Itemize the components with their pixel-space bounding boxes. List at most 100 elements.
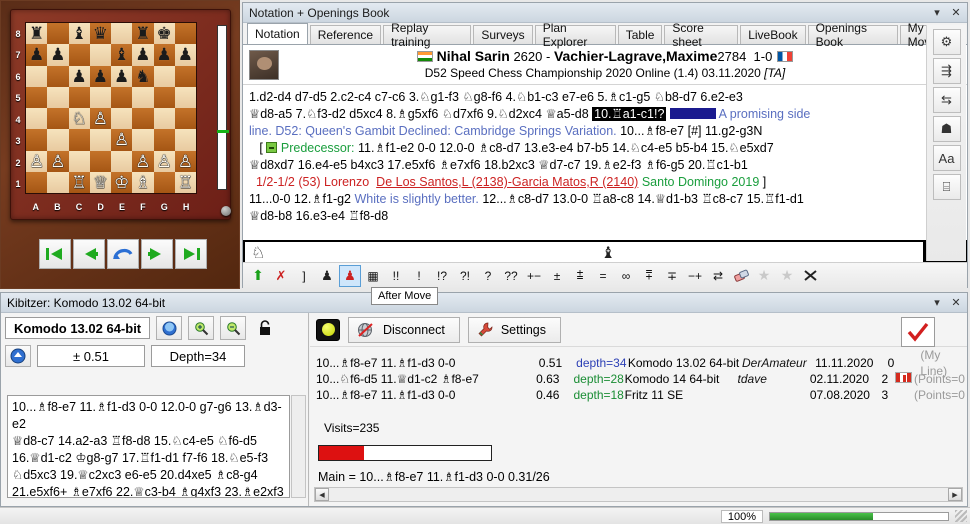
board-square[interactable] bbox=[174, 23, 196, 45]
notation-text-area[interactable]: 1.d2-d4 d7-d5 2.c2-c4 c7-c6 3.♘g1-f3 ♘g8… bbox=[243, 85, 967, 240]
tab-replay-training[interactable]: Replay training bbox=[383, 21, 472, 49]
livebook-move[interactable]: 10...♘f6-d5 11.♕d1-c2 ♗f8-e7 bbox=[316, 371, 521, 387]
board-square[interactable] bbox=[111, 23, 133, 45]
pawn-icon[interactable]: ♟ bbox=[339, 264, 361, 287]
notation-moves[interactable]: 12...♗c8-d7 13.0-0 ♖a8-c8 14.♕d1-b3 ♖c8-… bbox=[479, 192, 803, 206]
symbol-button[interactable]: ⩲ bbox=[569, 265, 591, 287]
notation-line[interactable]: ♕d8-a5 7.♘f3-d2 d5xc4 8.♗g5xf6 ♘d7xf6 9.… bbox=[249, 106, 945, 123]
notation-moves[interactable]: 1.d2-d4 d7-d5 2.c2-c4 c7-c6 3.♘g1-f3 ♘g8… bbox=[249, 90, 743, 104]
notation-comment[interactable]: line. D52: Queen's Gambit Declined: Camb… bbox=[249, 124, 617, 138]
livebook-move[interactable]: 10...♗f8-e7 11.♗f1-d3 0-0 bbox=[316, 355, 523, 371]
board-square[interactable]: ♟ bbox=[132, 44, 154, 66]
chess-piece[interactable]: ♟ bbox=[157, 46, 172, 63]
livebook-horizontal-scrollbar[interactable]: ◀ ▶ bbox=[314, 487, 963, 502]
board-square[interactable]: ♕ bbox=[89, 171, 111, 193]
notation-line[interactable]: ♕d8xd7 16.e4-e5 b4xc3 17.e5xf6 ♗e7xf6 18… bbox=[249, 157, 945, 174]
symbol-button[interactable]: !? bbox=[431, 265, 453, 287]
symbol-button[interactable]: ∞ bbox=[615, 265, 637, 287]
board-square[interactable] bbox=[153, 86, 175, 108]
arrow-icon[interactable]: ⇆ bbox=[932, 87, 961, 113]
tab-table[interactable]: Table bbox=[617, 25, 663, 44]
symbol-button[interactable]: ?! bbox=[454, 265, 476, 287]
board-square[interactable] bbox=[68, 129, 90, 151]
board-square[interactable] bbox=[89, 150, 111, 172]
board-square[interactable] bbox=[68, 150, 90, 172]
go-start-button[interactable] bbox=[39, 239, 71, 269]
notation-moves[interactable]: 10...♗f8-e7 [#] 11.g2-g3N bbox=[617, 124, 762, 138]
tab-openings-book[interactable]: Openings Book bbox=[807, 21, 898, 49]
notation-comment[interactable]: White is slightly better. bbox=[351, 192, 478, 206]
disconnect-button[interactable]: Disconnect bbox=[348, 316, 460, 343]
board-square[interactable]: ♝ bbox=[111, 44, 133, 66]
chess-piece[interactable]: ♜ bbox=[29, 25, 44, 42]
board-square[interactable]: ♟ bbox=[26, 44, 48, 66]
board-square[interactable]: ♜ bbox=[132, 23, 154, 45]
board-square[interactable]: ♟ bbox=[47, 44, 69, 66]
confirm-check-icon[interactable] bbox=[901, 317, 935, 347]
symbol-button[interactable]: −+ bbox=[684, 265, 706, 287]
chess-piece[interactable]: ♟ bbox=[29, 46, 44, 63]
go-end-button[interactable] bbox=[175, 239, 207, 269]
board-square[interactable]: ♖ bbox=[68, 171, 90, 193]
board-square[interactable] bbox=[47, 65, 69, 87]
chess-piece[interactable]: ♞ bbox=[135, 68, 150, 85]
predecessor-game-link[interactable]: De Los Santos,L (2138)-Garcia Matos,R (2… bbox=[376, 175, 638, 189]
engine-analysis-scrollbar[interactable] bbox=[291, 395, 306, 498]
board-square[interactable]: ♞ bbox=[132, 65, 154, 87]
chess-piece[interactable]: ♟ bbox=[50, 46, 65, 63]
board-square[interactable] bbox=[47, 171, 69, 193]
board-square[interactable]: ♙ bbox=[26, 150, 48, 172]
chess-piece[interactable]: ♟ bbox=[93, 68, 108, 85]
close-icon[interactable]: ✕ bbox=[948, 295, 964, 311]
board-square[interactable] bbox=[26, 65, 48, 87]
chess-piece[interactable]: ♙ bbox=[135, 153, 150, 170]
minimize-icon[interactable]: ▾ bbox=[929, 5, 945, 21]
symbol-button[interactable]: !! bbox=[385, 265, 407, 287]
notation-line[interactable]: 1/2-1/2 (53) Lorenzo De Los Santos,L (21… bbox=[249, 174, 945, 191]
chess-piece[interactable]: ♙ bbox=[157, 153, 172, 170]
chess-piece[interactable]: ♝ bbox=[72, 25, 87, 42]
minimize-icon[interactable]: ▾ bbox=[929, 295, 945, 311]
settings-button[interactable]: Settings bbox=[467, 316, 562, 343]
pawn-icon[interactable]: ♟ bbox=[316, 265, 338, 287]
board-square[interactable] bbox=[153, 129, 175, 151]
board-square[interactable] bbox=[47, 86, 69, 108]
symbol-button[interactable]: ⇄ bbox=[707, 265, 729, 287]
step-back-button[interactable] bbox=[73, 239, 105, 269]
board-square[interactable] bbox=[111, 86, 133, 108]
board-square[interactable] bbox=[47, 23, 69, 45]
resize-grip-icon[interactable] bbox=[955, 510, 967, 522]
predecessor-icon[interactable] bbox=[266, 142, 278, 153]
board-square[interactable]: ♝ bbox=[68, 23, 90, 45]
notation-line[interactable]: 1.d2-d4 d7-d5 2.c2-c4 c7-c6 3.♘g1-f3 ♘g8… bbox=[249, 89, 945, 106]
notation-moves[interactable]: ♕d8-a5 7.♘f3-d2 d5xc4 8.♗g5xf6 ♘d7xf6 9.… bbox=[249, 107, 592, 121]
chess-piece[interactable]: ♛ bbox=[93, 25, 108, 42]
engine-icon[interactable]: ⚙ bbox=[932, 29, 961, 55]
livebook-table[interactable]: 10...♗f8-e7 11.♗f1-d3 0-0 0.51 depth=34 Kom… bbox=[316, 348, 965, 419]
board-square[interactable] bbox=[68, 44, 90, 66]
zoom-slider[interactable] bbox=[769, 511, 949, 521]
board-square[interactable] bbox=[174, 129, 196, 151]
tab-reference[interactable]: Reference bbox=[309, 25, 382, 44]
notation-moves[interactable]: ♕d8-b8 16.e3-e4 ♖f8-d8 bbox=[249, 209, 388, 223]
board-square[interactable] bbox=[153, 108, 175, 130]
board-square[interactable] bbox=[47, 129, 69, 151]
tab-surveys[interactable]: Surveys bbox=[473, 25, 533, 44]
board-square[interactable] bbox=[26, 129, 48, 151]
board-square[interactable]: ♖ bbox=[174, 171, 196, 193]
board-square[interactable] bbox=[174, 86, 196, 108]
scroll-left-arrow-icon[interactable]: ◀ bbox=[315, 488, 329, 501]
notation-line[interactable]: line. D52: Queen's Gambit Declined: Camb… bbox=[249, 123, 945, 140]
position-icon[interactable]: ▦ bbox=[362, 265, 384, 287]
cancel-icon[interactable]: ✗ bbox=[270, 265, 292, 287]
board-square[interactable] bbox=[174, 65, 196, 87]
analysis-icon[interactable]: ⇶ bbox=[932, 58, 961, 84]
zoom-out-icon[interactable] bbox=[220, 316, 247, 340]
board-square[interactable]: ♙ bbox=[89, 108, 111, 130]
engine-up-icon[interactable] bbox=[5, 345, 31, 367]
table-row[interactable]: 10...♗f8-e7 11.♗f1-d3 0-0 0.46 depth=18 Fri… bbox=[316, 387, 965, 403]
board-square[interactable] bbox=[89, 129, 111, 151]
board-square[interactable]: ♗ bbox=[132, 171, 154, 193]
tab-livebook[interactable]: LiveBook bbox=[740, 25, 806, 44]
symbol-button[interactable]: ? bbox=[477, 265, 499, 287]
